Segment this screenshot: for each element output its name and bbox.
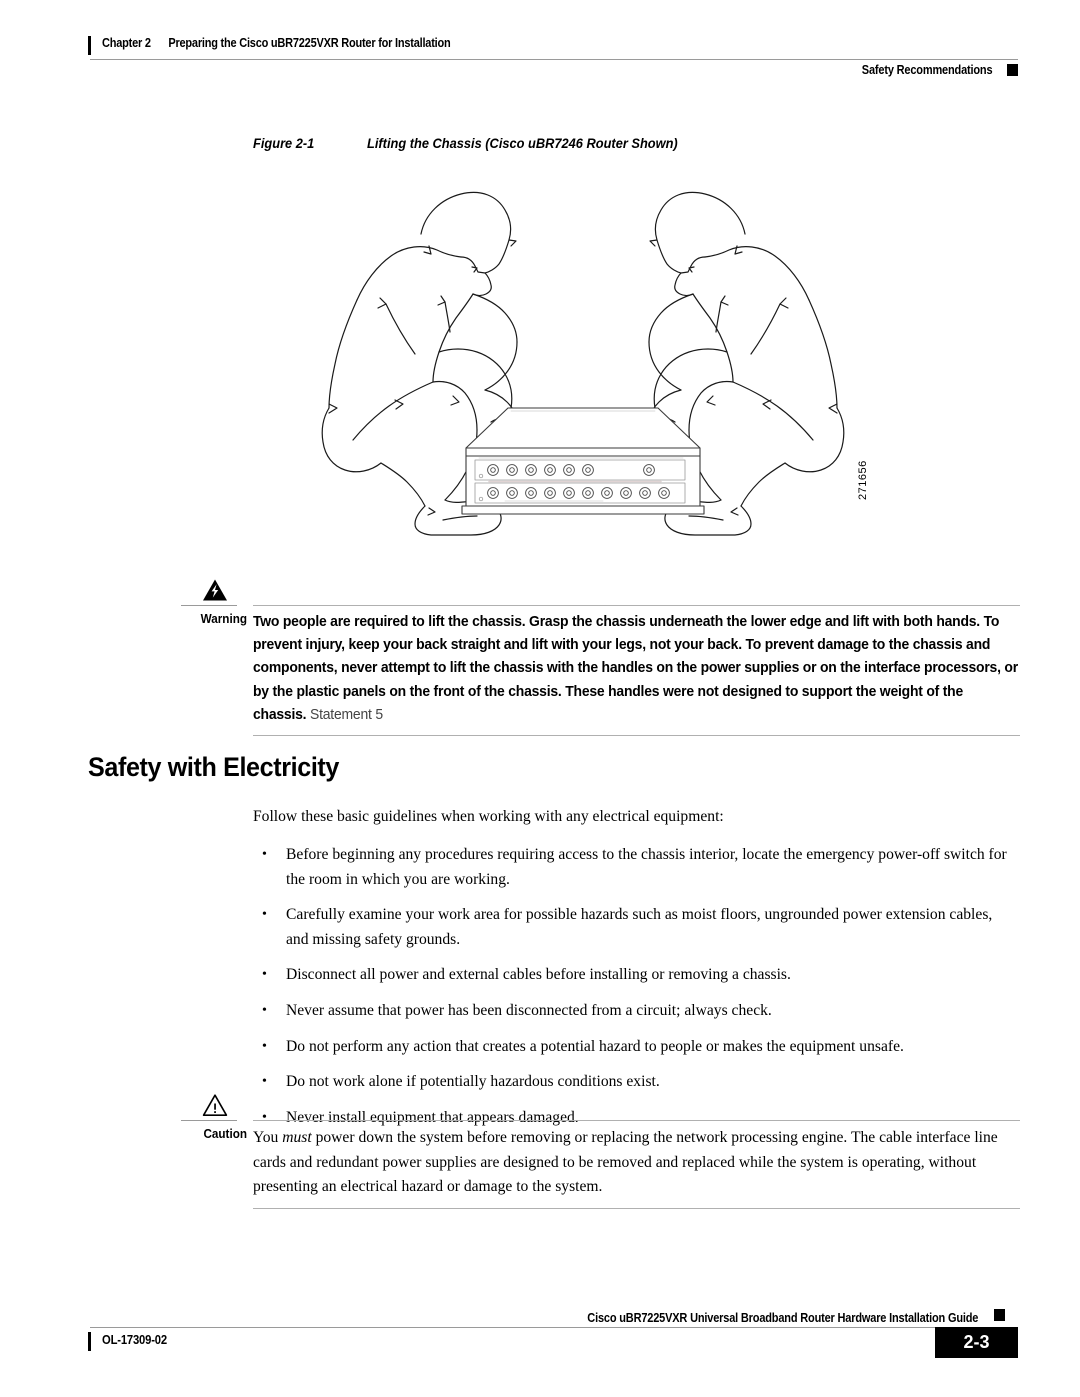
header-section-marker: Safety Recommendations	[861, 63, 992, 77]
list-item-text: Never assume that power has been disconn…	[286, 1001, 772, 1019]
caution-exclamation-triangle-icon	[191, 1093, 239, 1122]
caution-rule-top	[253, 1120, 1020, 1121]
list-item: • Disconnect all power and external cable…	[253, 963, 1018, 988]
footer-doc-id: OL-17309-02	[102, 1333, 167, 1347]
list-item: • Do not perform any action that creates …	[253, 1035, 1018, 1060]
footer-rule	[90, 1327, 1018, 1328]
header-left-tick	[88, 36, 91, 55]
bullet-icon: •	[262, 1038, 267, 1054]
footer-page-number: 2-3	[935, 1327, 1018, 1358]
caution-icon-rule	[181, 1120, 237, 1121]
list-item-text: Disconnect all power and external cables…	[286, 966, 791, 984]
warning-rule-bottom	[253, 735, 1020, 736]
caution-text-after: power down the system before removing or…	[253, 1129, 998, 1195]
page-footer: Cisco uBR7225VXR Universal Broadband Rou…	[88, 1305, 1018, 1365]
safety-guidelines-list: • Before beginning any procedures requiri…	[253, 843, 1018, 1130]
list-item: • Do not work alone if potentially hazard…	[253, 1070, 1018, 1095]
figure-title: Lifting the Chassis (Cisco uBR7246 Route…	[367, 136, 678, 151]
figure-caption: Figure 2-1 Lifting the Chassis (Cisco uBR…	[253, 136, 678, 151]
bullet-icon: •	[262, 1074, 267, 1090]
warning-statement: Statement 5	[310, 706, 383, 723]
section-lead-paragraph: Follow these basic guidelines when worki…	[253, 808, 724, 825]
section-heading-safety-with-electricity: Safety with Electricity	[88, 752, 340, 782]
header-square-marker	[1007, 64, 1018, 76]
bullet-icon: •	[262, 967, 267, 983]
footer-guide-title: Cisco uBR7225VXR Universal Broadband Rou…	[587, 1311, 978, 1325]
list-item: • Carefully examine your work area for po…	[253, 903, 1018, 952]
list-item-text: Do not perform any action that creates a…	[286, 1037, 904, 1055]
warning-body: Two people are required to lift the chas…	[253, 611, 1020, 727]
caution-body: You must power down the system before re…	[253, 1126, 1020, 1200]
figure-number: Figure 2-1	[253, 136, 315, 151]
list-item-text: Do not work alone if potentially hazardo…	[286, 1073, 660, 1091]
caution-label: Caution	[203, 1126, 247, 1141]
warning-lightning-triangle-icon	[191, 578, 239, 607]
list-item: • Never assume that power has been discon…	[253, 999, 1018, 1024]
figure-artwork-lifting-chassis	[253, 168, 913, 568]
header-chapter-number: Chapter 2	[102, 36, 151, 50]
caution-text-before: You	[253, 1129, 283, 1146]
list-item-text: Before beginning any procedures requirin…	[286, 846, 1007, 888]
caution-emphasis: must	[282, 1129, 312, 1146]
footer-left-tick	[88, 1332, 91, 1351]
warning-label: Warning	[200, 611, 247, 626]
caution-rule-bottom	[253, 1208, 1020, 1209]
bullet-icon: •	[262, 907, 267, 923]
list-item: • Before beginning any procedures requiri…	[253, 843, 1018, 892]
section-body: Follow these basic guidelines when worki…	[253, 805, 1018, 1141]
list-item-text: Never install equipment that appears dam…	[286, 1108, 579, 1126]
router-chassis-illustration	[461, 407, 705, 515]
figure-art-id: 271656	[857, 460, 869, 500]
bullet-icon: •	[262, 847, 267, 862]
warning-icon-rule	[181, 605, 237, 606]
warning-rule-top	[253, 605, 1020, 606]
document-page: Chapter 2 Preparing the Cisco uBR7225VXR …	[0, 0, 1080, 1397]
header-chapter-title: Preparing the Cisco uBR7225VXR Router fo…	[168, 36, 451, 50]
footer-square-marker	[994, 1309, 1005, 1321]
list-item-text: Carefully examine your work area for pos…	[286, 906, 993, 948]
header-rule	[90, 59, 1018, 60]
header-chapter-line: Chapter 2 Preparing the Cisco uBR7225VXR …	[102, 36, 451, 50]
bullet-icon: •	[262, 1002, 267, 1018]
page-header: Chapter 2 Preparing the Cisco uBR7225VXR …	[88, 33, 1018, 81]
